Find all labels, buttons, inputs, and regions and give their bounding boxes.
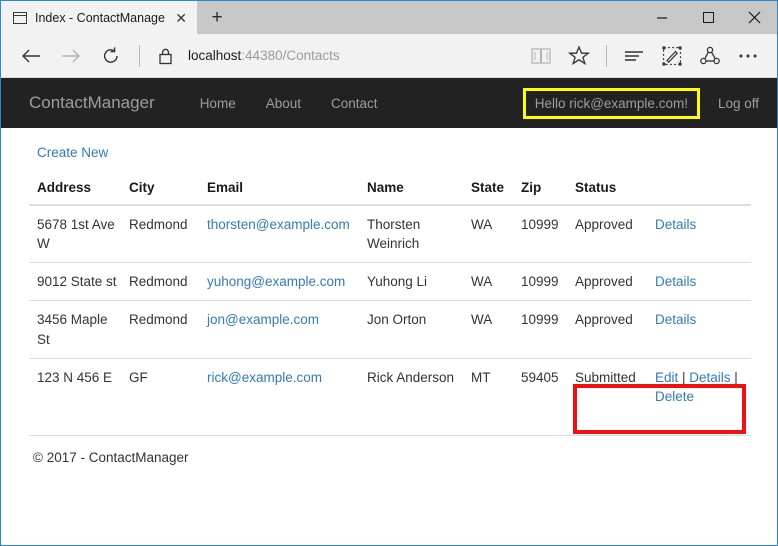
cell-email: jon@example.com [199, 301, 359, 358]
nav-link-about[interactable]: About [251, 96, 316, 111]
site-navbar: ContactManager Home About Contact Hello … [1, 78, 777, 128]
refresh-icon[interactable] [91, 38, 131, 74]
cell-zip: 10999 [513, 301, 567, 358]
title-bar: Index - ContactManage ✕ + [1, 1, 777, 34]
column-header-email: Email [199, 180, 359, 205]
book-icon[interactable] [522, 38, 560, 74]
column-header-status: Status [567, 180, 647, 205]
navbar-brand[interactable]: ContactManager [29, 93, 155, 113]
close-window-button[interactable] [731, 1, 777, 34]
action-separator: | [731, 370, 738, 385]
hub-lines-icon[interactable] [615, 38, 653, 74]
cell-zip: 10999 [513, 205, 567, 263]
email-link[interactable]: thorsten@example.com [207, 217, 350, 232]
share-icon[interactable] [691, 38, 729, 74]
navbar-right: Hello rick@example.com! Log off [523, 78, 759, 128]
cell-state: MT [463, 358, 513, 415]
minimize-button[interactable] [639, 1, 685, 34]
column-header-actions [647, 180, 751, 205]
cell-address: 5678 1st Ave W [29, 205, 121, 263]
cell-city: Redmond [121, 263, 199, 301]
cell-city: GF [121, 358, 199, 415]
cell-city: Redmond [121, 205, 199, 263]
create-new-link[interactable]: Create New [37, 145, 108, 160]
cell-zip: 10999 [513, 263, 567, 301]
cell-state: WA [463, 263, 513, 301]
column-header-address: Address [29, 180, 121, 205]
table-row: 3456 Maple St Redmond jon@example.com Jo… [29, 301, 751, 358]
email-link[interactable]: yuhong@example.com [207, 274, 345, 289]
browser-window: Index - ContactManage ✕ + [0, 0, 778, 546]
contacts-table: Address City Email Name State Zip Status… [29, 180, 751, 415]
cell-actions: Edit | Details | Delete [647, 358, 751, 415]
nav-link-contact[interactable]: Contact [316, 96, 393, 111]
cell-status: Approved [567, 205, 647, 263]
email-link[interactable]: rick@example.com [207, 370, 322, 385]
cell-address: 9012 State st [29, 263, 121, 301]
action-separator: | [678, 370, 689, 385]
cell-status: Approved [567, 263, 647, 301]
cell-actions: Details [647, 263, 751, 301]
toolbar-divider [139, 45, 140, 67]
lock-icon [148, 47, 182, 65]
url-path: :44380/Contacts [241, 48, 339, 63]
cell-status: Submitted [567, 358, 647, 415]
toolbar-divider-2 [606, 45, 607, 67]
column-header-zip: Zip [513, 180, 567, 205]
column-header-name: Name [359, 180, 463, 205]
cell-name: Yuhong Li [359, 263, 463, 301]
email-link[interactable]: jon@example.com [207, 312, 319, 327]
table-row: 9012 State st Redmond yuhong@example.com… [29, 263, 751, 301]
back-arrow-icon[interactable] [11, 38, 51, 74]
page-content: Create New Address City Email Name State… [1, 128, 777, 465]
maximize-icon [703, 12, 714, 23]
cell-name: Rick Anderson [359, 358, 463, 415]
table-row: 5678 1st Ave W Redmond thorsten@example.… [29, 205, 751, 263]
window-controls [639, 1, 777, 34]
delete-link[interactable]: Delete [655, 389, 694, 404]
cell-actions: Details [647, 301, 751, 358]
ellipsis-icon[interactable] [729, 38, 767, 74]
cell-city: Redmond [121, 301, 199, 358]
toolbar-icons [522, 38, 767, 74]
hello-user-link[interactable]: Hello rick@example.com! [523, 88, 700, 119]
footer-divider [29, 435, 751, 436]
column-header-city: City [121, 180, 199, 205]
footer-copyright: © 2017 - ContactManager [29, 450, 749, 465]
nav-link-home[interactable]: Home [185, 96, 251, 111]
details-link[interactable]: Details [655, 274, 696, 289]
cell-email: thorsten@example.com [199, 205, 359, 263]
details-link[interactable]: Details [689, 370, 730, 385]
cell-email: rick@example.com [199, 358, 359, 415]
log-off-link[interactable]: Log off [718, 96, 759, 111]
details-link[interactable]: Details [655, 217, 696, 232]
new-tab-button[interactable]: + [197, 1, 237, 34]
cell-address: 3456 Maple St [29, 301, 121, 358]
page-icon [13, 12, 27, 24]
cell-state: WA [463, 205, 513, 263]
column-header-state: State [463, 180, 513, 205]
cell-state: WA [463, 301, 513, 358]
cell-actions: Details [647, 205, 751, 263]
star-icon[interactable] [560, 38, 598, 74]
cell-address: 123 N 456 E [29, 358, 121, 415]
cell-name: Jon Orton [359, 301, 463, 358]
table-row: 123 N 456 E GF rick@example.com Rick And… [29, 358, 751, 415]
cell-status: Approved [567, 301, 647, 358]
address-bar-input[interactable]: localhost:44380/Contacts [182, 48, 522, 63]
tab-title: Index - ContactManage [35, 11, 165, 25]
cell-zip: 59405 [513, 358, 567, 415]
edit-link[interactable]: Edit [655, 370, 678, 385]
browser-toolbar: localhost:44380/Contacts [1, 34, 777, 78]
browser-tab[interactable]: Index - ContactManage ✕ [1, 1, 197, 34]
table-header-row: Address City Email Name State Zip Status [29, 180, 751, 205]
forward-arrow-icon[interactable] [51, 38, 91, 74]
close-icon[interactable]: ✕ [173, 11, 189, 25]
url-host: localhost [188, 48, 241, 63]
cell-name: Thorsten Weinrich [359, 205, 463, 263]
maximize-button[interactable] [685, 1, 731, 34]
details-link[interactable]: Details [655, 312, 696, 327]
pen-note-icon[interactable] [653, 38, 691, 74]
cell-email: yuhong@example.com [199, 263, 359, 301]
